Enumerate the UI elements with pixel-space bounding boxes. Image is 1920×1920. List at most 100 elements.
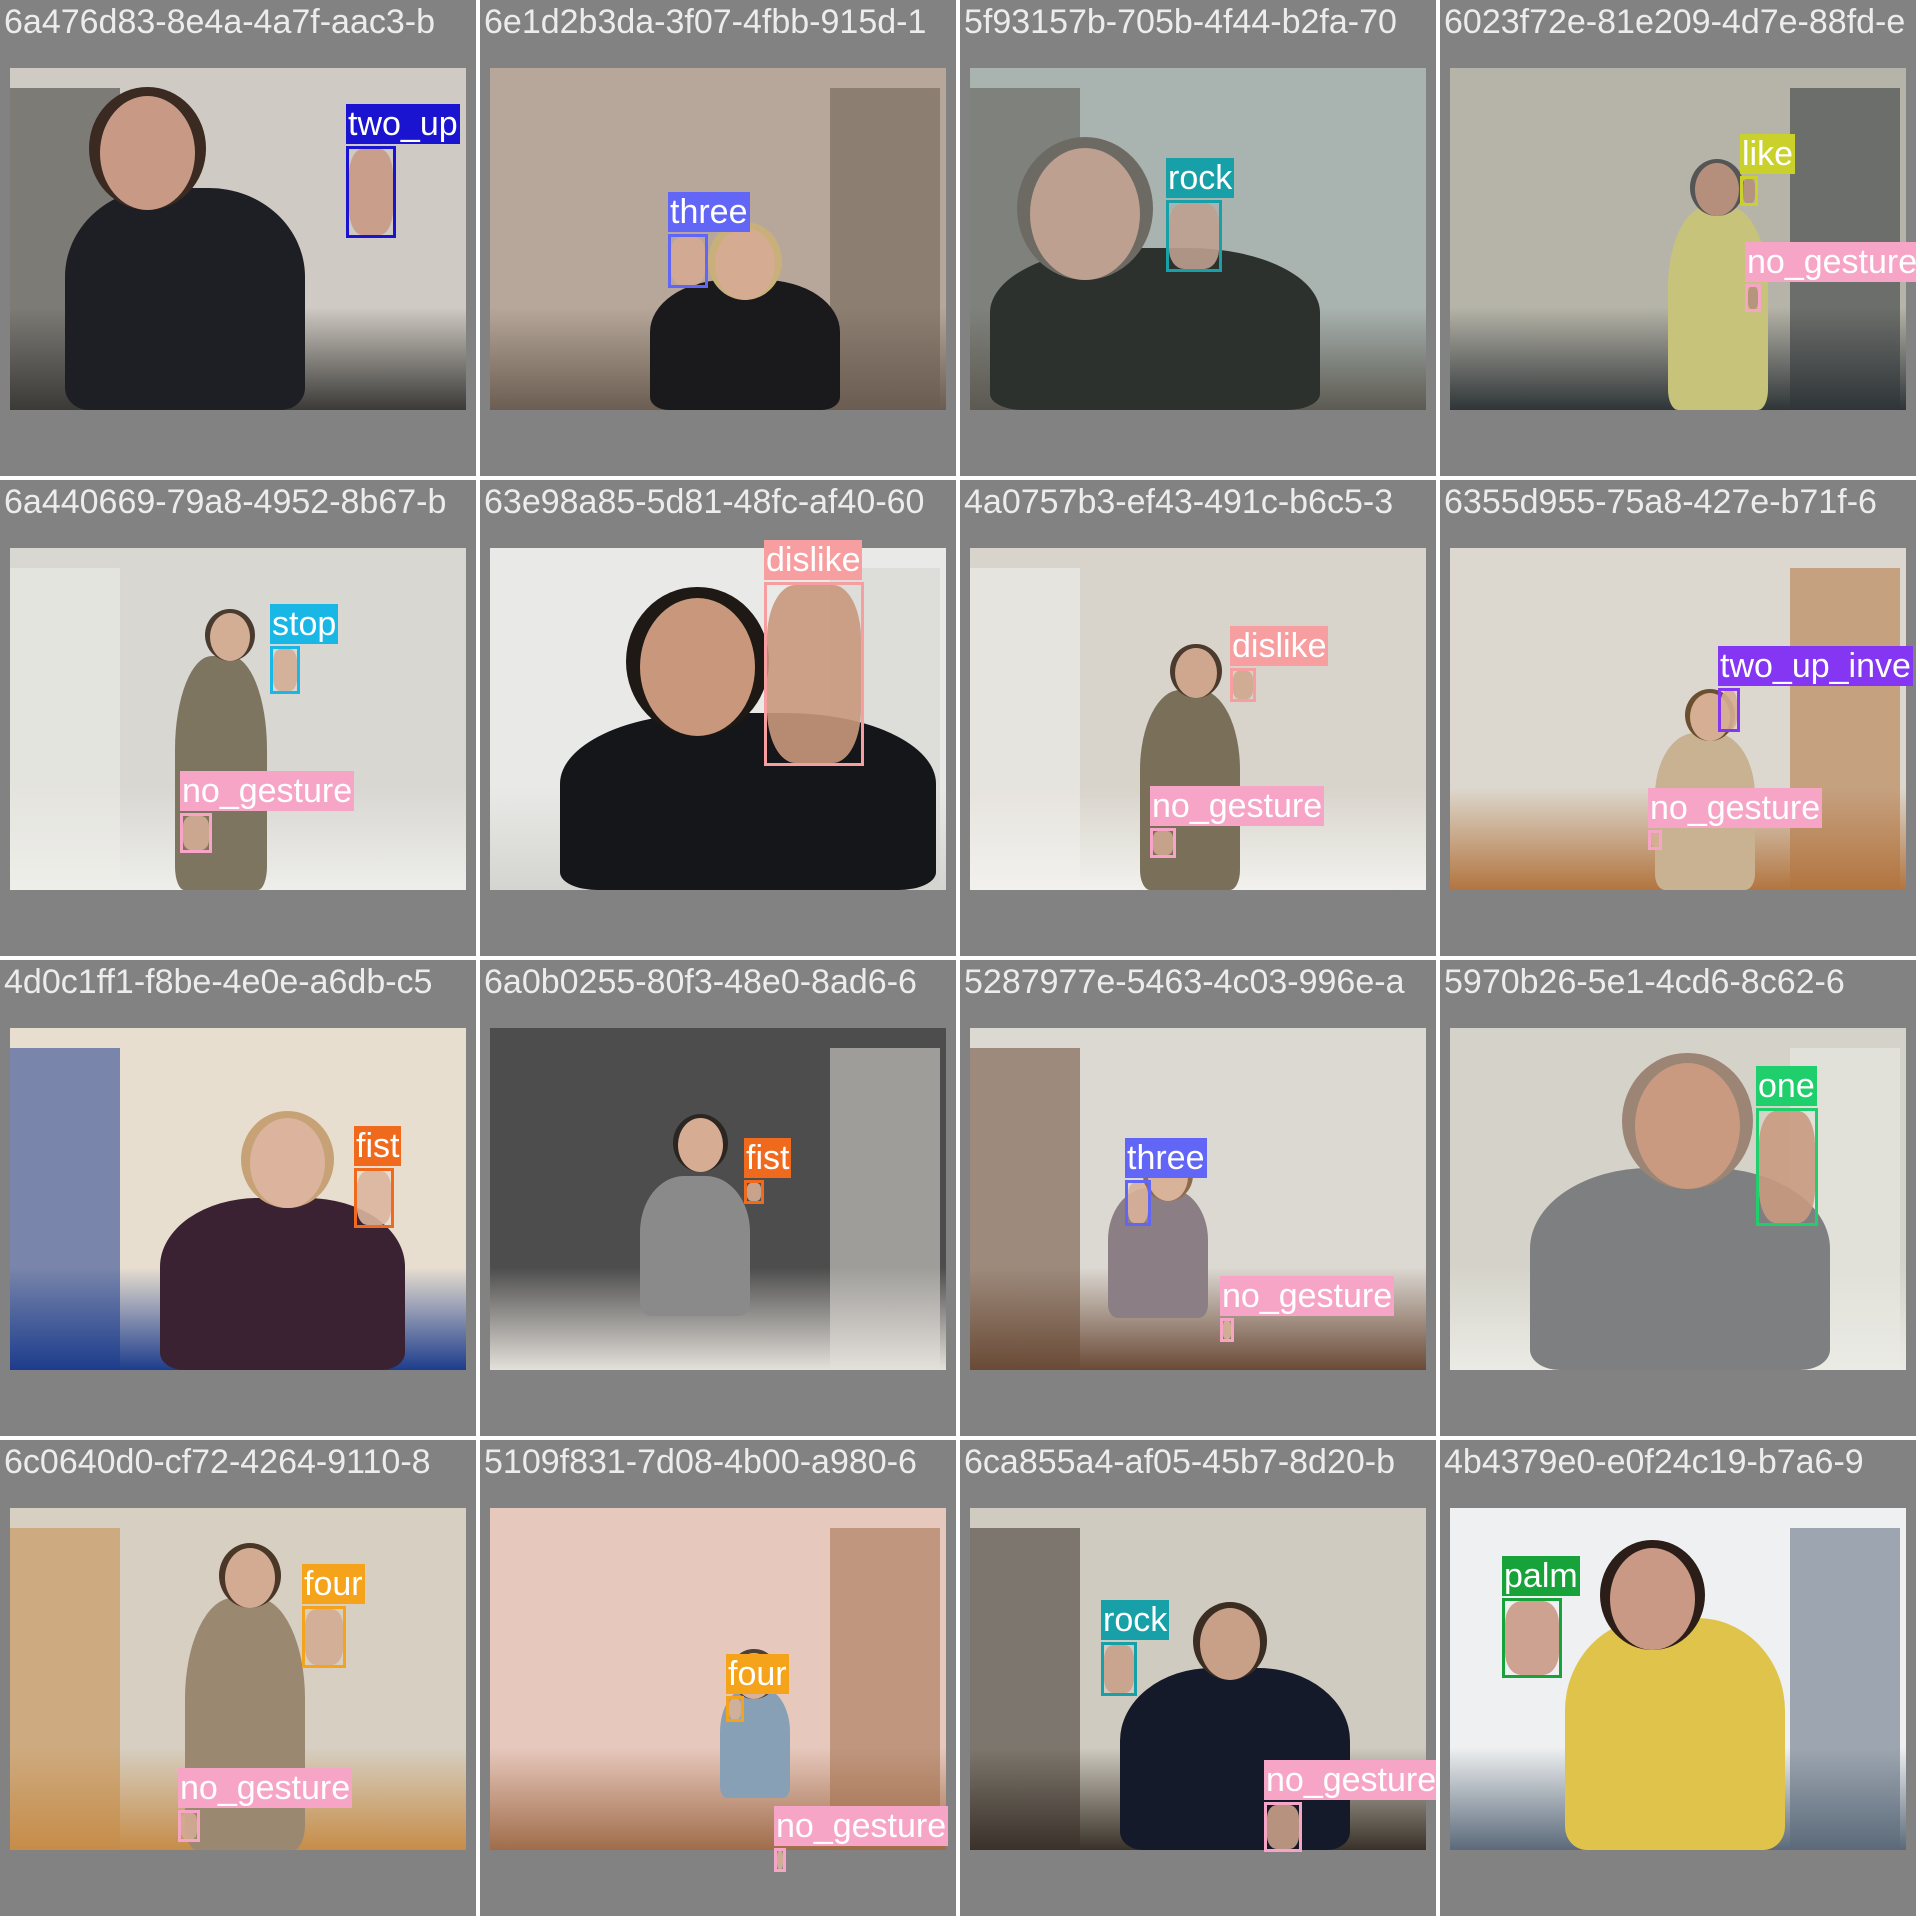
photo bbox=[1450, 548, 1906, 890]
person-body bbox=[1120, 1668, 1350, 1850]
detection-label: like bbox=[1740, 134, 1796, 174]
photo bbox=[490, 548, 946, 890]
detection-box bbox=[1740, 176, 1758, 206]
person-body bbox=[1565, 1618, 1785, 1850]
person-face bbox=[1200, 1608, 1260, 1680]
photo bbox=[10, 1028, 466, 1370]
image-filename: 5287977e-5463-4c03-996e-a bbox=[964, 963, 1405, 1001]
image-tile: 63e98a85-5d81-48fc-af40-60 dislike bbox=[480, 480, 956, 956]
detection-label: three bbox=[668, 192, 750, 232]
image-filename: 6e1d2b3da-3f07-4fbb-915d-1 bbox=[484, 3, 927, 41]
photo bbox=[10, 548, 466, 890]
image-tile: 5109f831-7d08-4b00-a980-6 four no_gesture bbox=[480, 1440, 956, 1916]
background-object bbox=[1790, 568, 1900, 890]
detection-box bbox=[354, 1168, 394, 1228]
image-tile: 5f93157b-705b-4f44-b2fa-70 rock bbox=[960, 0, 1436, 476]
background-object bbox=[10, 1528, 120, 1850]
image-filename: 6a476d83-8e4a-4a7f-aac3-b bbox=[4, 3, 436, 41]
detection-box bbox=[774, 1848, 786, 1872]
background-object bbox=[10, 568, 120, 890]
person-body bbox=[560, 713, 936, 890]
photo bbox=[490, 1508, 946, 1850]
detection-label: no_gesture bbox=[1745, 242, 1916, 282]
detection-box bbox=[1150, 828, 1176, 858]
background-object bbox=[830, 1048, 940, 1370]
person-body bbox=[65, 188, 305, 410]
background-object bbox=[10, 1048, 120, 1370]
image-tile: 5287977e-5463-4c03-996e-a three no_gesture bbox=[960, 960, 1436, 1436]
background-object bbox=[970, 568, 1080, 890]
background-object bbox=[830, 1528, 940, 1850]
detection-box bbox=[764, 582, 864, 766]
image-tile: 6a0b0255-80f3-48e0-8ad6-6 fist bbox=[480, 960, 956, 1436]
detection-box bbox=[1718, 688, 1740, 732]
detection-box bbox=[744, 1180, 764, 1204]
image-filename: 6ca855a4-af05-45b7-8d20-b bbox=[964, 1443, 1396, 1481]
detection-label: four bbox=[726, 1654, 789, 1694]
person-face bbox=[715, 228, 775, 300]
image-tile: 4a0757b3-ef43-491c-b6c5-3 dislike no_gestu… bbox=[960, 480, 1436, 956]
detection-label: rock bbox=[1101, 1600, 1170, 1640]
detection-box bbox=[1264, 1802, 1302, 1852]
person-face bbox=[1635, 1063, 1740, 1189]
photo bbox=[490, 1028, 946, 1370]
image-filename: 5f93157b-705b-4f44-b2fa-70 bbox=[964, 3, 1397, 41]
detection-label: dislike bbox=[1230, 626, 1329, 666]
image-tile: 6c0640d0-cf72-4264-9110-8 four no_gesture bbox=[0, 1440, 476, 1916]
detection-label: three bbox=[1125, 1138, 1207, 1178]
background-object bbox=[1790, 1528, 1900, 1850]
image-filename: 6c0640d0-cf72-4264-9110-8 bbox=[4, 1443, 431, 1481]
detection-box bbox=[1125, 1180, 1151, 1226]
detection-label: no_gesture bbox=[1648, 788, 1823, 828]
detection-box bbox=[726, 1696, 744, 1722]
photo bbox=[970, 548, 1426, 890]
detection-box bbox=[1230, 668, 1256, 702]
image-tile: 5970b26-5e1-4cd6-8c62-6 one bbox=[1440, 960, 1916, 1436]
detection-label: dislike bbox=[764, 540, 863, 580]
detection-label: no_gesture bbox=[180, 771, 355, 811]
photo bbox=[490, 68, 946, 410]
person-face bbox=[1695, 163, 1739, 216]
detection-label: no_gesture bbox=[1150, 786, 1325, 826]
person-body bbox=[1108, 1188, 1208, 1318]
image-filename: 63e98a85-5d81-48fc-af40-60 bbox=[484, 483, 925, 521]
photo bbox=[970, 1028, 1426, 1370]
detection-label: fist bbox=[354, 1126, 402, 1166]
image-tile: 6e1d2b3da-3f07-4fbb-915d-1 three bbox=[480, 0, 956, 476]
image-tile: 6355d955-75a8-427e-b71f-6 two_up_inve no_g… bbox=[1440, 480, 1916, 956]
detection-label: palm bbox=[1502, 1556, 1580, 1596]
image-filename: 5109f831-7d08-4b00-a980-6 bbox=[484, 1443, 917, 1481]
detection-box bbox=[346, 146, 396, 238]
background-object bbox=[830, 88, 940, 410]
person-body bbox=[640, 1176, 750, 1316]
image-tile: 4d0c1ff1-f8be-4e0e-a6db-c5 fist bbox=[0, 960, 476, 1436]
image-tile: 6a476d83-8e4a-4a7f-aac3-b two_up bbox=[0, 0, 476, 476]
person-face bbox=[250, 1118, 325, 1208]
person-body bbox=[990, 248, 1320, 410]
detection-label: two_up_inve bbox=[1718, 646, 1913, 686]
person-face bbox=[1610, 1548, 1695, 1650]
photo bbox=[1450, 68, 1906, 410]
person-body bbox=[185, 1598, 305, 1850]
detection-box bbox=[1166, 200, 1222, 272]
image-filename: 6355d955-75a8-427e-b71f-6 bbox=[1444, 483, 1877, 521]
image-filename: 4b4379e0-e0f24c19-b7a6-9 bbox=[1444, 1443, 1864, 1481]
detection-box bbox=[1220, 1318, 1234, 1342]
detection-box bbox=[180, 813, 212, 853]
detection-label: no_gesture bbox=[1264, 1760, 1436, 1800]
person-face bbox=[100, 96, 195, 210]
image-filename: 4a0757b3-ef43-491c-b6c5-3 bbox=[964, 483, 1394, 521]
detection-label: fist bbox=[744, 1138, 792, 1178]
detection-box bbox=[1756, 1108, 1818, 1226]
image-tile: 6a440669-79a8-4952-8b67-b stop no_gesture bbox=[0, 480, 476, 956]
person-face bbox=[225, 1548, 275, 1608]
detection-box bbox=[302, 1606, 346, 1668]
detection-box bbox=[1648, 830, 1662, 850]
detection-box bbox=[1101, 1642, 1137, 1696]
person-face bbox=[678, 1118, 723, 1172]
photo bbox=[1450, 1028, 1906, 1370]
detection-label: no_gesture bbox=[178, 1768, 353, 1808]
image-tile: 4b4379e0-e0f24c19-b7a6-9 palm bbox=[1440, 1440, 1916, 1916]
person-face bbox=[210, 613, 250, 661]
detection-label: stop bbox=[270, 604, 339, 644]
